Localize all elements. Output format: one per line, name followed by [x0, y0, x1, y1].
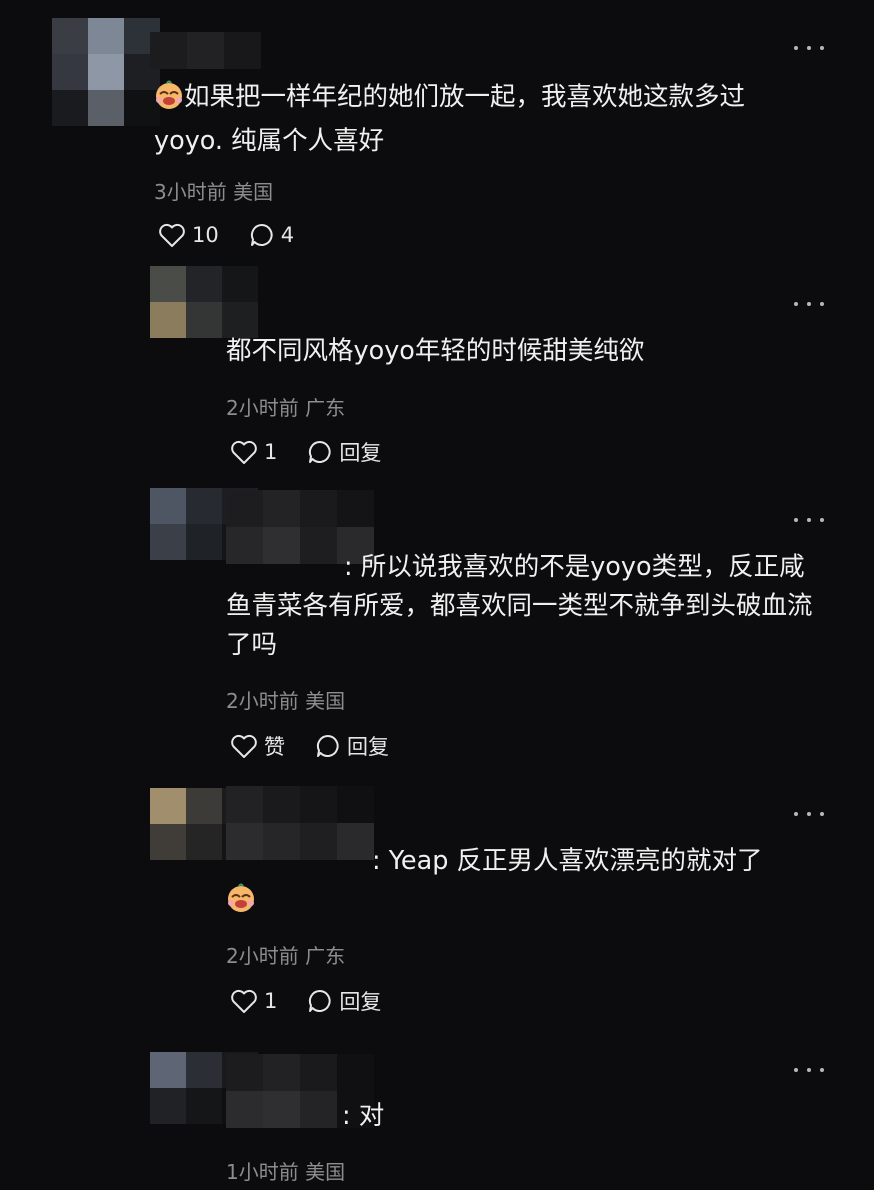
reply-count: 4: [280, 223, 295, 247]
reply-button[interactable]: 回复: [307, 437, 381, 467]
comment-meta: 1小时前 美国: [226, 1156, 345, 1185]
heart-icon: [231, 440, 257, 464]
heart-icon: [231, 734, 257, 758]
location: 广东: [305, 944, 346, 968]
more-options-button[interactable]: [794, 42, 824, 54]
comment-meta: 2小时前 广东: [226, 392, 345, 421]
avatar[interactable]: [52, 18, 160, 126]
reply-button[interactable]: 4: [249, 222, 294, 248]
location: 美国: [233, 180, 274, 204]
comment-actions: 1 回复: [230, 437, 411, 467]
more-options-button[interactable]: [794, 808, 824, 820]
reply-label: 回复: [339, 990, 382, 1014]
timestamp: 2小时前: [226, 689, 299, 713]
like-button[interactable]: 1: [230, 988, 277, 1014]
more-options-button[interactable]: [794, 1064, 824, 1076]
timestamp: 2小时前: [226, 944, 299, 968]
comment-bubble-icon: [250, 223, 273, 246]
comment-bubble-icon: [309, 440, 332, 463]
comment-text: : 对: [342, 1101, 385, 1131]
comment-actions: 10 4: [158, 222, 324, 248]
location: 美国: [305, 689, 346, 713]
heart-icon: [231, 989, 257, 1013]
comment-text: 都不同风格yoyo年轻的时候甜美纯欲: [226, 336, 645, 366]
like-count: 1: [264, 989, 278, 1013]
reply-label: 回复: [347, 735, 389, 759]
comment-meta: 2小时前 美国: [226, 685, 345, 714]
like-button[interactable]: 赞: [230, 731, 285, 761]
heart-icon: [159, 223, 185, 247]
comment-text: : Yeap 反正男人喜欢漂亮的就对了: [226, 842, 826, 925]
reply-label: 回复: [339, 441, 382, 465]
location: 广东: [305, 396, 346, 420]
like-count: 10: [192, 223, 219, 247]
comment-actions: 1 回复: [230, 986, 411, 1016]
comment-meta: 2小时前 广东: [226, 940, 345, 969]
like-label: 赞: [264, 735, 285, 759]
timestamp: 1小时前: [226, 1160, 299, 1184]
comment-bubble-icon: [316, 734, 339, 757]
reply-button[interactable]: 回复: [307, 986, 381, 1016]
comment-text: 如果把一样年纪的她们放一起，我喜欢她这款多过yoyo. 纯属个人喜好: [154, 80, 746, 156]
comment-text: : 所以说我喜欢的不是yoyo类型，反正咸鱼青菜各有所爱，都喜欢同一类型不就争到…: [226, 552, 813, 660]
crying-laughing-emoji: [226, 883, 256, 925]
comment-bubble-icon: [309, 989, 332, 1012]
avatar[interactable]: [150, 266, 258, 338]
comment-actions: 赞 回复: [230, 731, 419, 761]
crying-laughing-emoji: [154, 80, 184, 122]
location: 美国: [305, 1160, 346, 1184]
timestamp: 3小时前: [154, 180, 227, 204]
username-blurred[interactable]: [150, 32, 261, 69]
reply-button[interactable]: 回复: [315, 731, 389, 761]
like-button[interactable]: 10: [158, 222, 219, 248]
like-count: 1: [264, 440, 278, 464]
comment-meta: 3小时前 美国: [154, 176, 273, 205]
like-button[interactable]: 1: [230, 439, 277, 465]
timestamp: 2小时前: [226, 396, 299, 420]
more-options-button[interactable]: [794, 514, 824, 526]
more-options-button[interactable]: [794, 298, 824, 310]
